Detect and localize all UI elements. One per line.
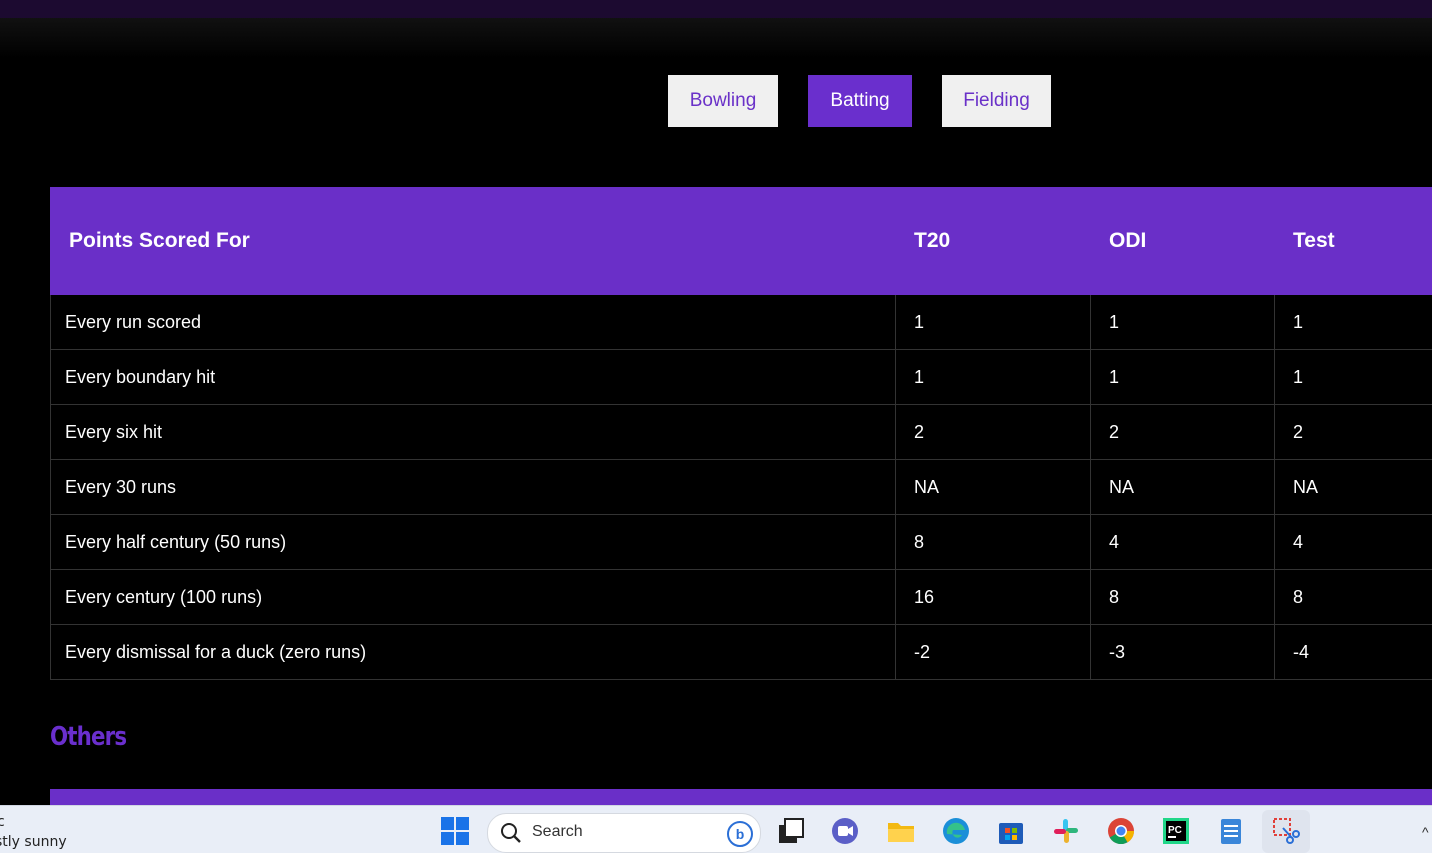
cell-odi: 8 bbox=[1091, 570, 1275, 625]
cell-t20: 8 bbox=[896, 515, 1091, 570]
row-label: Every run scored bbox=[51, 295, 896, 350]
column-header-odi: ODI bbox=[1091, 188, 1275, 295]
others-table-header bbox=[50, 789, 1432, 805]
others-heading: Others bbox=[50, 722, 126, 752]
table-header-row: Points Scored For T20 ODI Test bbox=[51, 188, 1432, 295]
row-label: Every six hit bbox=[51, 405, 896, 460]
svg-text:b: b bbox=[736, 826, 745, 842]
chevron-up-icon[interactable]: ^ bbox=[1422, 824, 1429, 840]
table-row: Every 30 runs NA NA NA bbox=[51, 460, 1432, 515]
store-icon[interactable] bbox=[996, 816, 1026, 846]
task-view-icon[interactable] bbox=[776, 816, 806, 846]
cell-odi: 4 bbox=[1091, 515, 1275, 570]
points-table-wrapper: Points Scored For T20 ODI Test Every run… bbox=[50, 187, 1432, 680]
cell-test: 4 bbox=[1275, 515, 1432, 570]
windows-start-icon[interactable] bbox=[440, 816, 470, 846]
row-label: Every century (100 runs) bbox=[51, 570, 896, 625]
edge-icon[interactable] bbox=[941, 816, 971, 846]
pycharm-icon[interactable]: PC bbox=[1161, 816, 1191, 846]
table-row: Every half century (50 runs) 8 4 4 bbox=[51, 515, 1432, 570]
snipping-tool-icon bbox=[1271, 816, 1301, 851]
cell-t20: 1 bbox=[896, 295, 1091, 350]
table-row: Every six hit 2 2 2 bbox=[51, 405, 1432, 460]
top-bar bbox=[0, 0, 1432, 18]
column-header-test: Test bbox=[1275, 188, 1432, 295]
row-label: Every half century (50 runs) bbox=[51, 515, 896, 570]
cell-t20: -2 bbox=[896, 625, 1091, 680]
stat-tabs: Bowling Batting Fielding bbox=[0, 75, 1432, 127]
tab-fielding[interactable]: Fielding bbox=[942, 75, 1051, 127]
search-icon bbox=[500, 822, 522, 849]
slack-icon[interactable] bbox=[1051, 816, 1081, 846]
table-row: Every dismissal for a duck (zero runs) -… bbox=[51, 625, 1432, 680]
snipping-tool-app[interactable] bbox=[1262, 810, 1310, 853]
column-header-t20: T20 bbox=[896, 188, 1091, 295]
table-row: Every century (100 runs) 16 8 8 bbox=[51, 570, 1432, 625]
header-fade bbox=[0, 18, 1432, 58]
cell-t20: 1 bbox=[896, 350, 1091, 405]
cell-test: 1 bbox=[1275, 295, 1432, 350]
cell-t20: NA bbox=[896, 460, 1091, 515]
cell-odi: 1 bbox=[1091, 295, 1275, 350]
table-row: Every boundary hit 1 1 1 bbox=[51, 350, 1432, 405]
notepad-icon[interactable] bbox=[1216, 816, 1246, 846]
taskbar: c stly sunny Search b bbox=[0, 805, 1432, 853]
cell-t20: 16 bbox=[896, 570, 1091, 625]
cell-t20: 2 bbox=[896, 405, 1091, 460]
table-row: Every run scored 1 1 1 bbox=[51, 295, 1432, 350]
cell-odi: -3 bbox=[1091, 625, 1275, 680]
file-explorer-icon[interactable] bbox=[886, 816, 916, 846]
weather-temp: c bbox=[0, 812, 67, 832]
column-header-points-scored-for: Points Scored For bbox=[51, 188, 896, 295]
bing-icon[interactable]: b bbox=[726, 820, 754, 853]
cell-odi: 2 bbox=[1091, 405, 1275, 460]
taskbar-search[interactable]: Search b bbox=[487, 813, 761, 853]
chrome-icon[interactable] bbox=[1106, 816, 1136, 846]
row-label: Every dismissal for a duck (zero runs) bbox=[51, 625, 896, 680]
cell-test: 2 bbox=[1275, 405, 1432, 460]
search-placeholder: Search bbox=[532, 823, 583, 841]
points-table: Points Scored For T20 ODI Test Every run… bbox=[50, 187, 1432, 680]
weather-widget[interactable]: c stly sunny bbox=[0, 812, 67, 852]
cell-test: -4 bbox=[1275, 625, 1432, 680]
row-label: Every 30 runs bbox=[51, 460, 896, 515]
svg-text:PC: PC bbox=[1168, 825, 1182, 836]
cell-test: 1 bbox=[1275, 350, 1432, 405]
tab-bowling[interactable]: Bowling bbox=[668, 75, 778, 127]
weather-condition: stly sunny bbox=[0, 832, 67, 852]
row-label: Every boundary hit bbox=[51, 350, 896, 405]
cell-odi: 1 bbox=[1091, 350, 1275, 405]
cell-test: 8 bbox=[1275, 570, 1432, 625]
cell-test: NA bbox=[1275, 460, 1432, 515]
tab-batting[interactable]: Batting bbox=[808, 75, 912, 127]
teams-meet-icon[interactable] bbox=[830, 816, 860, 846]
cell-odi: NA bbox=[1091, 460, 1275, 515]
